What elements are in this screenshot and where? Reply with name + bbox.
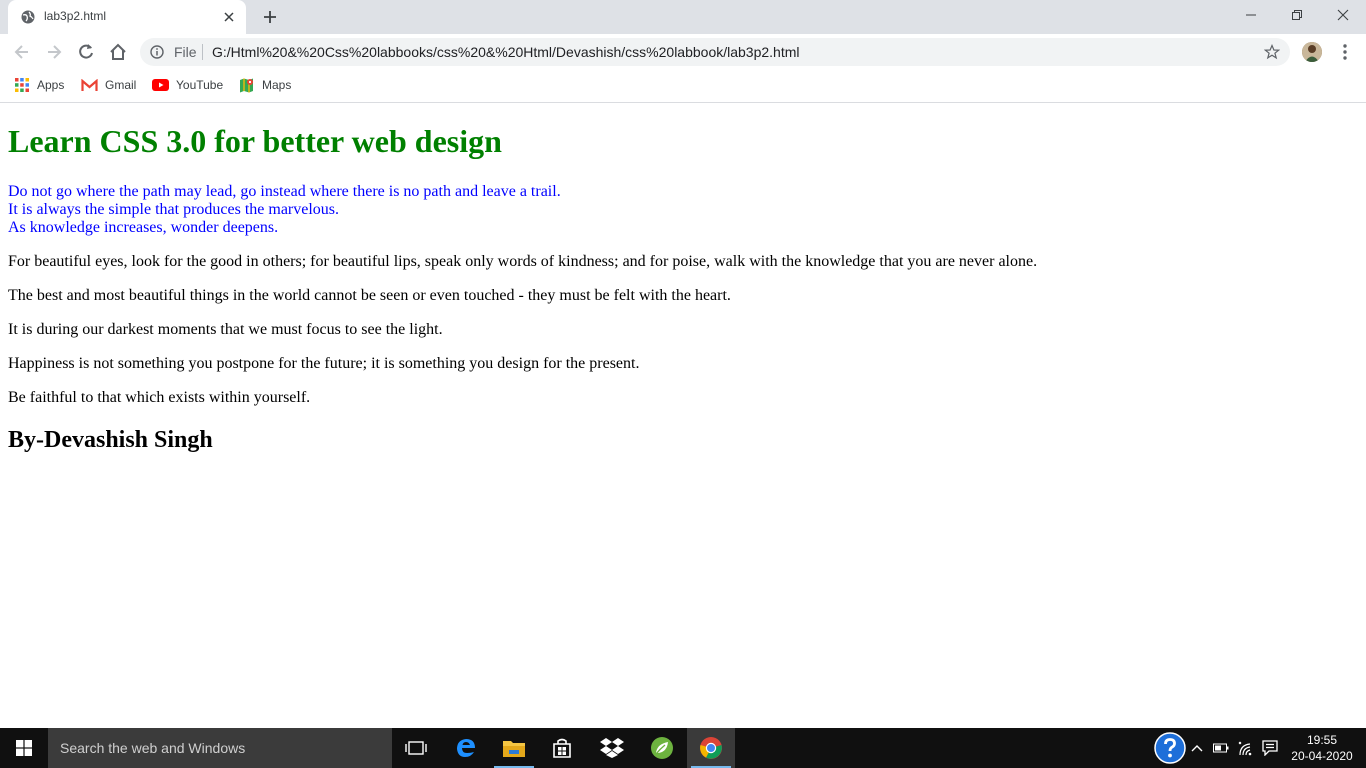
chevron-up-icon: [1191, 745, 1203, 752]
close-tab-icon[interactable]: [221, 9, 237, 25]
folder-icon: [503, 741, 525, 757]
page-heading: Learn CSS 3.0 for better web design: [8, 123, 502, 159]
show-hidden-icons-button[interactable]: [1188, 728, 1206, 768]
close-icon: [1337, 9, 1349, 21]
help-button[interactable]: [1152, 728, 1188, 768]
restore-button[interactable]: [1274, 0, 1320, 30]
profile-avatar[interactable]: [1302, 42, 1322, 62]
blue-quote-line: Do not go where the path may lead, go in…: [8, 183, 561, 200]
bookmarks-bar: Apps Gmail YouTube Maps: [0, 70, 1366, 103]
start-button[interactable]: [0, 728, 48, 768]
file-explorer-button[interactable]: [490, 728, 538, 768]
bookmark-maps[interactable]: Maps: [238, 76, 291, 94]
back-arrow-icon[interactable]: [12, 42, 32, 62]
more-menu-icon[interactable]: [1337, 42, 1353, 62]
wifi-button[interactable]: [1234, 728, 1258, 768]
bookmark-label: YouTube: [176, 78, 224, 92]
bookmark-label: Maps: [262, 78, 292, 92]
maps-icon: [240, 78, 253, 92]
taskbar-search-box[interactable]: Search the web and Windows: [48, 728, 392, 768]
store-icon: [553, 738, 571, 758]
clock-time: 19:55: [1306, 733, 1338, 747]
help-icon: [1154, 732, 1186, 764]
reload-icon[interactable]: [76, 42, 96, 62]
task-view-button[interactable]: [392, 728, 440, 768]
quote-paragraph: Happiness is not something you postpone …: [8, 355, 640, 372]
battery-button[interactable]: [1210, 728, 1232, 768]
edge-button[interactable]: [442, 728, 490, 768]
new-tab-icon[interactable]: [261, 8, 279, 26]
tab-lab3p2[interactable]: lab3p2.html: [8, 0, 246, 34]
task-view-icon: [405, 741, 427, 755]
spring-leaf-icon: [651, 737, 673, 759]
spring-app-button[interactable]: [638, 728, 686, 768]
restore-icon: [1292, 10, 1302, 20]
blue-quotes: Do not go where the path may lead, go in…: [8, 183, 561, 237]
action-center-icon: [1262, 740, 1278, 756]
quote-paragraph: The best and most beautiful things in th…: [8, 287, 731, 304]
search-placeholder: Search the web and Windows: [60, 740, 246, 756]
author-heading: By-Devashish Singh: [8, 427, 213, 453]
gmail-icon: [81, 78, 98, 91]
clock-date: 20-04-2020: [1291, 749, 1353, 763]
tab-strip: lab3p2.html: [0, 0, 1366, 34]
bookmark-star-icon[interactable]: [1264, 44, 1280, 60]
store-button[interactable]: [538, 728, 586, 768]
wifi-icon: [1238, 741, 1252, 756]
dropbox-icon: [600, 738, 624, 758]
bookmark-label: Gmail: [105, 78, 137, 92]
browser-toolbar: File G:/Html%20&%20Css%20labbooks/css%20…: [0, 34, 1366, 70]
info-icon[interactable]: [150, 45, 164, 59]
bookmark-label: Apps: [37, 78, 65, 92]
bookmark-gmail[interactable]: Gmail: [81, 76, 136, 94]
address-bar[interactable]: File G:/Html%20&%20Css%20labbooks/css%20…: [140, 38, 1290, 66]
dropbox-button[interactable]: [588, 728, 636, 768]
bookmark-apps[interactable]: Apps: [14, 76, 64, 94]
close-window-button[interactable]: [1320, 0, 1366, 30]
separator: [202, 44, 203, 60]
blue-quote-line: As knowledge increases, wonder deepens.: [8, 219, 279, 236]
notifications-button[interactable]: [1258, 728, 1282, 768]
globe-icon: [21, 10, 35, 24]
page-content: Learn CSS 3.0 for better web design Do n…: [0, 103, 1366, 728]
bookmark-youtube[interactable]: YouTube: [152, 76, 223, 94]
edge-icon: [457, 739, 475, 757]
apps-icon: [15, 78, 29, 92]
blue-quote-line: It is always the simple that produces th…: [8, 201, 340, 218]
quote-paragraph: Be faithful to that which exists within …: [8, 389, 311, 406]
clock[interactable]: 19:55 20-04-2020: [1284, 732, 1360, 764]
forward-arrow-icon[interactable]: [44, 42, 64, 62]
file-label: File: [174, 44, 197, 60]
home-icon[interactable]: [108, 42, 128, 62]
quote-paragraph: It is during our darkest moments that we…: [8, 321, 443, 338]
youtube-icon: [152, 79, 169, 91]
quote-paragraph: For beautiful eyes, look for the good in…: [8, 253, 1038, 270]
minimize-button[interactable]: [1228, 0, 1274, 30]
battery-icon: [1213, 743, 1229, 753]
tab-title: lab3p2.html: [44, 9, 107, 23]
taskbar: Search the web and Windows 19:55 20-04-2…: [0, 728, 1366, 768]
chrome-icon: [700, 737, 722, 759]
windows-icon: [16, 740, 32, 756]
minimize-icon: [1246, 14, 1256, 16]
chrome-button[interactable]: [687, 728, 735, 768]
url-text[interactable]: G:/Html%20&%20Css%20labbooks/css%20&%20H…: [212, 44, 800, 60]
avatar-image: [1302, 42, 1322, 62]
